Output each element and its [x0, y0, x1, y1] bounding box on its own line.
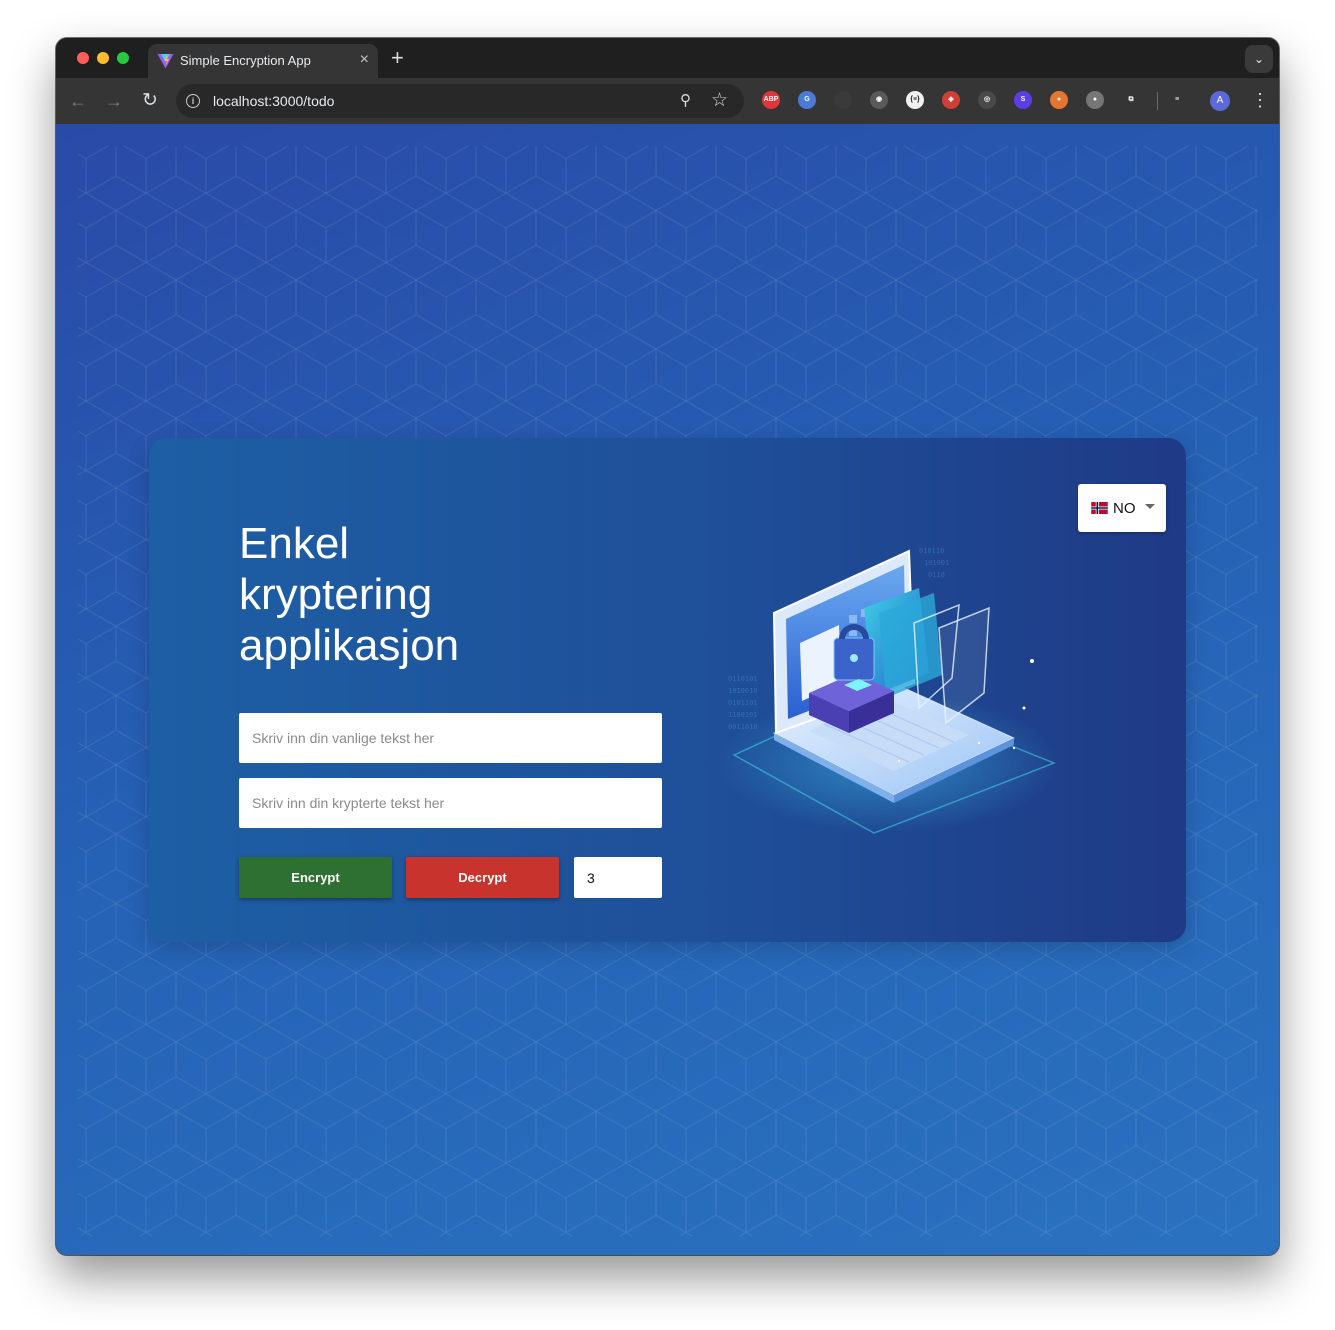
svg-text:0110: 0110 — [928, 571, 945, 579]
camera-icon[interactable]: ◉ — [870, 91, 888, 109]
new-tab-button[interactable]: + — [391, 46, 404, 70]
vite-favicon-icon — [157, 54, 174, 69]
tab-close-icon[interactable]: × — [360, 51, 369, 69]
browser-menu-icon[interactable]: ⋮ — [1251, 89, 1269, 111]
tab-strip: Simple Encryption App × + ⌄ — [56, 38, 1279, 78]
fullscreen-window-button[interactable] — [117, 52, 129, 64]
decrypt-button[interactable]: Decrypt — [406, 857, 559, 898]
bookmark-star-icon[interactable]: ☆ — [711, 89, 728, 112]
back-button[interactable]: ← — [69, 90, 87, 112]
adblock-icon[interactable]: ABP — [762, 91, 780, 109]
minimize-window-button[interactable] — [97, 52, 109, 64]
toolbar-divider — [1157, 92, 1158, 110]
address-bar[interactable]: i localhost:3000/todo ⚲ ☆ — [176, 84, 744, 118]
url-text[interactable]: localhost:3000/todo — [213, 93, 334, 109]
zoom-icon[interactable]: ⚲ — [680, 91, 691, 109]
page-title: Enkel kryptering applikasjon — [239, 519, 460, 670]
dropdown-caret-icon — [1145, 504, 1155, 509]
tab-title: Simple Encryption App — [180, 53, 311, 68]
language-code: NO — [1113, 500, 1136, 517]
extensions-puzzle-icon[interactable]: ⧉ — [1122, 91, 1140, 109]
json-icon[interactable]: {≡} — [906, 91, 924, 109]
media-queue-icon[interactable]: ≡ — [1168, 91, 1186, 109]
language-select[interactable]: NO — [1078, 484, 1166, 532]
target-icon[interactable]: ◎ — [978, 91, 996, 109]
svg-text:1010010: 1010010 — [728, 687, 758, 695]
puzzle-dark-icon[interactable] — [834, 91, 852, 109]
tab-search-button[interactable]: ⌄ — [1245, 45, 1273, 73]
secure-laptop-illustration: 0110101 1010010 0101101 1100101 0011010 010… — [719, 547, 1059, 834]
shift-key-input[interactable] — [574, 857, 662, 898]
pill-icon[interactable]: ● — [1050, 91, 1068, 109]
browser-toolbar: ← → ↻ i localhost:3000/todo ⚲ ☆ ABP G ◉ {≡}… — [56, 78, 1279, 124]
browser-window: Simple Encryption App × + ⌄ ← → ↻ i loca… — [56, 38, 1279, 1255]
forward-button[interactable]: → — [105, 90, 123, 112]
svg-text:101001: 101001 — [924, 559, 949, 567]
plaintext-input[interactable] — [239, 713, 662, 763]
encrypt-button[interactable]: Encrypt — [239, 857, 392, 898]
svg-text:0101101: 0101101 — [728, 699, 758, 707]
svg-text:010110: 010110 — [919, 547, 944, 555]
profile-avatar[interactable]: A — [1210, 91, 1230, 111]
ciphertext-input[interactable] — [239, 778, 662, 828]
norway-flag-icon — [1091, 502, 1108, 514]
site-info-icon[interactable]: i — [186, 94, 200, 108]
s-ext-icon[interactable]: S — [1014, 91, 1032, 109]
translate-icon[interactable]: G — [798, 91, 816, 109]
svg-text:1100101: 1100101 — [728, 711, 758, 719]
close-window-button[interactable] — [77, 52, 89, 64]
browser-tab[interactable]: Simple Encryption App × — [148, 44, 378, 78]
encryption-card: NO Enkel kryptering applikasjon Encrypt … — [149, 438, 1186, 942]
red-ext-icon[interactable]: ◈ — [942, 91, 960, 109]
reload-button[interactable]: ↻ — [142, 90, 158, 112]
svg-text:0011010: 0011010 — [728, 723, 758, 731]
page-viewport: NO Enkel kryptering applikasjon Encrypt … — [56, 124, 1279, 1255]
svg-text:0110101: 0110101 — [728, 675, 758, 683]
grey-pill-icon[interactable]: ● — [1086, 91, 1104, 109]
